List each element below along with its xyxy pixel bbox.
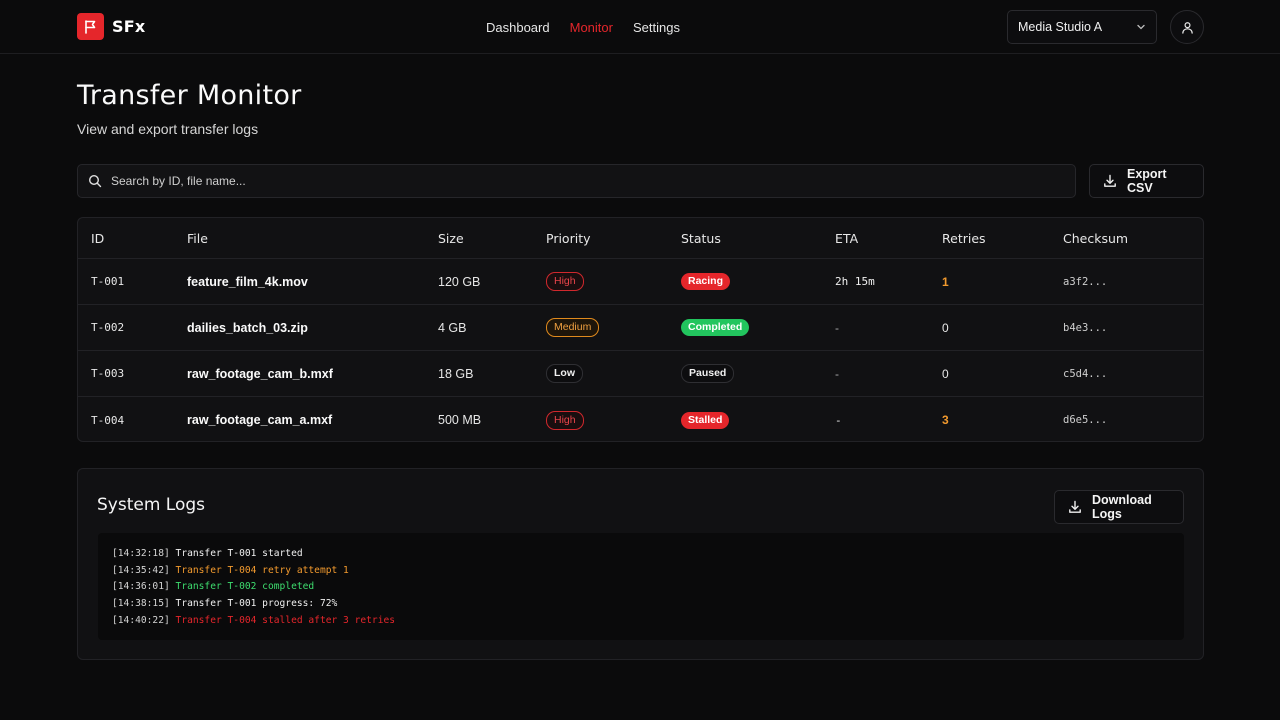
log-entry: [14:36:01] Transfer T-002 completed [112,579,1170,596]
log-message: Transfer T-002 completed [175,581,315,593]
status-badge: Racing [681,273,731,290]
search-box [77,164,1076,198]
table-row[interactable]: T-004 raw_footage_cam_a.mxf 500 MB High … [78,397,1203,441]
download-logs-label: Download Logs [1092,493,1152,521]
row-retries: 0 [942,320,949,335]
flag-icon [77,13,104,40]
system-logs-panel: System Logs Download Logs [14:32:18] Tra… [77,468,1204,660]
log-timestamp: [14:32:18] [112,548,170,559]
row-size: 120 GB [438,274,481,289]
chevron-down-icon [1136,22,1146,32]
priority-badge: Low [546,364,583,383]
row-eta: 2h 15m [835,275,875,288]
row-eta: - [835,413,842,427]
row-checksum: c5d4... [1063,367,1108,380]
download-icon [1103,174,1117,188]
priority-badge: High [546,272,584,291]
row-id: T-004 [91,413,125,427]
page-subtitle: View and export transfer logs [77,121,259,137]
download-logs-button[interactable]: Download Logs [1054,490,1184,524]
priority-badge: High [546,410,584,430]
row-retries: 0 [942,366,949,381]
log-entry: [14:32:18] Transfer T-001 started [112,546,1170,563]
user-menu-button[interactable] [1170,10,1204,44]
row-file-name: feature_film_4k.mov [187,274,308,289]
row-id: T-003 [91,367,125,380]
row-checksum: d6e5... [1063,414,1108,426]
table-row[interactable]: T-003 raw_footage_cam_b.mxf 18 GB Low Pa… [78,351,1203,397]
log-timestamp: [14:36:01] [112,581,170,593]
brand-logo[interactable]: SFx [77,13,145,40]
column-header-retries[interactable]: Retries [942,218,986,258]
status-badge: Completed [681,319,750,336]
log-timestamp: [14:35:42] [112,564,170,576]
status-badge: Stalled [681,411,730,429]
transfers-table: ID File Size Priority Status ETA Retries… [77,217,1204,442]
log-entry: [14:40:22] Transfer T-004 stalled after … [112,613,1170,630]
page-title: Transfer Monitor [77,80,302,111]
workspace-select[interactable]: Media Studio A [1007,10,1157,44]
top-navigation-bar: SFx Dashboard Monitor Settings Media Stu… [0,0,1280,54]
row-eta: - [835,366,839,381]
log-message: Transfer T-001 progress: 72% [175,598,338,610]
row-file-name: raw_footage_cam_b.mxf [187,366,333,381]
row-retries: 1 [942,274,949,289]
row-id: T-002 [91,321,125,334]
table-row[interactable]: T-002 dailies_batch_03.zip 4 GB Medium C… [78,305,1203,351]
download-icon [1068,500,1082,514]
user-icon [1181,21,1194,34]
column-header-priority[interactable]: Priority [546,218,591,258]
row-checksum: a3f2... [1063,275,1108,288]
nav-dashboard[interactable]: Dashboard [486,20,550,35]
row-retries: 3 [942,413,949,427]
nav-settings[interactable]: Settings [633,20,680,35]
status-badge: Paused [681,364,735,383]
column-header-eta[interactable]: ETA [835,218,858,258]
column-header-status[interactable]: Status [681,218,721,258]
log-message: Transfer T-004 stalled after 3 retries [175,614,396,626]
row-size: 500 MB [438,413,482,427]
workspace-select-value: Media Studio A [1018,20,1103,34]
log-entry: [14:38:15] Transfer T-001 progress: 72% [112,596,1170,613]
row-size: 4 GB [438,320,467,335]
nav-monitor[interactable]: Monitor [570,20,613,35]
log-output[interactable]: [14:32:18] Transfer T-001 started [14:35… [98,533,1184,640]
row-id: T-001 [91,275,125,288]
brand-name: SFx [112,17,146,36]
column-header-id[interactable]: ID [91,218,104,258]
search-input[interactable] [111,174,1011,188]
row-checksum: b4e3... [1063,321,1108,334]
log-message: Transfer T-004 retry attempt 1 [175,564,349,576]
priority-badge: Medium [546,318,600,337]
table-row[interactable]: T-001 feature_film_4k.mov 120 GB High Ra… [78,259,1203,305]
column-header-size[interactable]: Size [438,218,464,258]
column-header-checksum[interactable]: Checksum [1063,218,1128,258]
export-csv-button[interactable]: Export CSV [1089,164,1204,198]
main-nav: Dashboard Monitor Settings [486,20,680,35]
row-file-name: raw_footage_cam_a.mxf [187,413,333,427]
table-header-row: ID File Size Priority Status ETA Retries… [78,218,1203,259]
log-timestamp: [14:38:15] [112,598,170,610]
search-icon [88,174,102,188]
system-logs-title: System Logs [97,495,206,515]
log-entry: [14:35:42] Transfer T-004 retry attempt … [112,563,1170,580]
export-csv-label: Export CSV [1127,167,1167,195]
row-file-name: dailies_batch_03.zip [187,320,308,335]
row-size: 18 GB [438,366,474,381]
log-message: Transfer T-001 started [175,548,303,559]
column-header-file[interactable]: File [187,218,208,258]
row-eta: - [835,320,839,335]
log-timestamp: [14:40:22] [112,614,170,626]
